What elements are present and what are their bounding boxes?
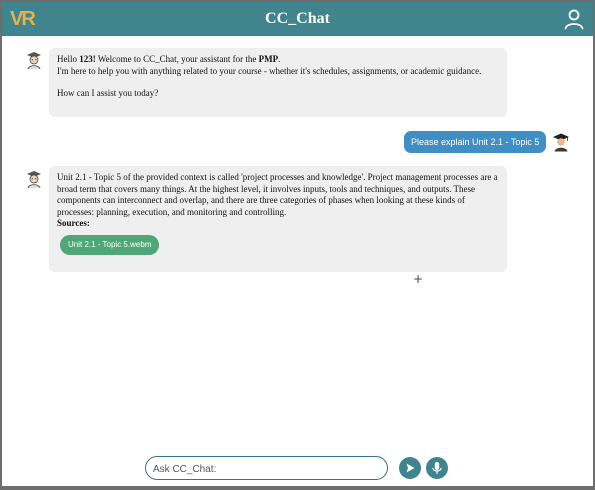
- welcome-line-2: I'm here to help you with anything relat…: [57, 65, 482, 76]
- answer-text: Unit 2.1 - Topic 5 of the provided conte…: [57, 172, 498, 217]
- bot-message-answer: Unit 2.1 - Topic 5 of the provided conte…: [49, 166, 507, 272]
- microphone-icon: [432, 462, 442, 474]
- username-text: 123!: [79, 54, 96, 64]
- bot-avatar-icon: [27, 52, 41, 70]
- send-button[interactable]: [399, 457, 421, 479]
- user-icon: [564, 9, 584, 30]
- bot-message-welcome: Hello 123! Welcome to CC_Chat, your assi…: [49, 48, 507, 117]
- chat-window: VR CC_Chat Hello 123! Welcome to CC_Chat…: [0, 0, 595, 490]
- chat-input-wrapper: [145, 456, 388, 480]
- user-message: Please explain Unit 2.1 - Topic 5: [404, 131, 547, 153]
- welcome-line-1: Hello 123! Welcome to CC_Chat, your assi…: [57, 54, 281, 64]
- source-link[interactable]: Unit 2.1 - Topic 5.webm: [60, 234, 160, 255]
- microphone-button[interactable]: [426, 457, 448, 479]
- course-name: PMP: [258, 54, 279, 64]
- user-graduate-avatar-icon: [553, 133, 569, 152]
- send-icon: [406, 463, 415, 473]
- bot-avatar-icon: [27, 171, 41, 189]
- app-header: VR CC_Chat: [2, 2, 593, 36]
- chat-input[interactable]: [151, 459, 383, 479]
- user-profile-button[interactable]: [563, 8, 585, 30]
- sources-label: Sources:: [57, 218, 90, 228]
- add-button[interactable]: +: [413, 272, 423, 286]
- app-title: CC_Chat: [265, 10, 330, 27]
- welcome-question: How can I assist you today?: [57, 88, 159, 98]
